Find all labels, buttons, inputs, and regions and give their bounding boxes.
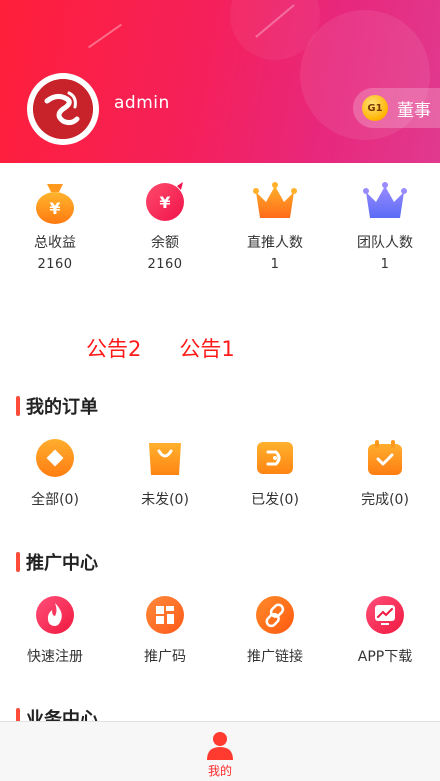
notice-item[interactable]: 公告1 — [179, 333, 234, 363]
svg-text:¥: ¥ — [159, 193, 170, 212]
level-title: 董事 — [397, 100, 431, 121]
stat-total-income[interactable]: ¥ 总收益 2160 — [0, 178, 110, 278]
stat-direct-referrals[interactable]: 直推人数 1 — [220, 178, 330, 278]
promotion-grid: 快速注册 推广码 推广链接 APP下载 — [0, 594, 440, 666]
money-bag-icon: ¥ — [31, 178, 79, 226]
crown-icon — [251, 178, 299, 226]
promotion-label: 推广链接 — [247, 649, 303, 665]
order-label: 全部(0) — [31, 492, 79, 508]
order-completed-button[interactable]: 完成(0) — [330, 437, 440, 509]
section-marker — [16, 396, 20, 416]
notice-marquee: 公告2 公告1 — [86, 333, 235, 363]
header-decoration — [88, 23, 122, 49]
stats-row: ¥ 总收益 2160 ¥ 余额 2160 直推人数 1 团队人数 1 — [0, 178, 440, 278]
notice-item[interactable]: 公告2 — [86, 333, 141, 363]
shipped-icon — [254, 437, 296, 479]
unshipped-bag-icon — [144, 437, 186, 479]
stat-label: 余额 — [151, 235, 179, 251]
orders-grid: 全部(0) 未发(0) 已发(0) 完成(0) — [0, 437, 440, 509]
order-label: 完成(0) — [361, 492, 409, 508]
section-title-text: 推广中心 — [26, 553, 98, 574]
order-unshipped-button[interactable]: 未发(0) — [110, 437, 220, 509]
order-label: 已发(0) — [251, 492, 299, 508]
profile-header: admin G1 董事 — [0, 0, 440, 163]
section-title-promotion: 推广中心 — [16, 549, 98, 575]
stat-team-size[interactable]: 团队人数 1 — [330, 178, 440, 278]
order-all-button[interactable]: 全部(0) — [0, 437, 110, 509]
section-title-orders: 我的订单 — [16, 393, 98, 419]
promotion-label: 推广码 — [144, 649, 186, 665]
section-marker — [16, 552, 20, 572]
stat-value: 1 — [380, 257, 390, 272]
avatar-logo-icon — [33, 79, 93, 139]
stat-value: 1 — [270, 257, 280, 272]
completed-icon — [364, 437, 406, 479]
stat-label: 团队人数 — [357, 235, 413, 251]
order-label: 未发(0) — [141, 492, 189, 508]
promotion-label: APP下载 — [357, 649, 413, 665]
all-orders-icon — [34, 437, 76, 479]
bottom-nav: 我的 — [0, 721, 440, 781]
fire-icon — [34, 594, 76, 636]
quick-register-button[interactable]: 快速注册 — [0, 594, 110, 666]
link-icon — [254, 594, 296, 636]
level-badge[interactable]: G1 董事 — [353, 88, 440, 128]
svg-text:¥: ¥ — [49, 199, 60, 218]
stat-balance[interactable]: ¥ 余额 2160 — [110, 178, 220, 278]
balance-icon: ¥ — [141, 178, 189, 226]
username: admin — [114, 93, 170, 113]
promotion-label: 快速注册 — [27, 649, 83, 665]
stat-value: 2160 — [147, 257, 183, 272]
stat-label: 直推人数 — [247, 235, 303, 251]
stat-value: 2160 — [37, 257, 73, 272]
user-profile-icon[interactable] — [205, 730, 235, 760]
qrcode-icon — [144, 594, 186, 636]
nav-item-mine[interactable]: 我的 — [208, 762, 232, 779]
avatar[interactable] — [27, 73, 99, 145]
stat-label: 总收益 — [34, 235, 76, 251]
level-icon: G1 — [362, 95, 388, 121]
promo-code-button[interactable]: 推广码 — [110, 594, 220, 666]
order-shipped-button[interactable]: 已发(0) — [220, 437, 330, 509]
app-download-button[interactable]: APP下载 — [330, 594, 440, 666]
app-download-icon — [364, 594, 406, 636]
promo-link-button[interactable]: 推广链接 — [220, 594, 330, 666]
section-title-text: 我的订单 — [26, 397, 98, 418]
team-crown-icon — [361, 178, 409, 226]
